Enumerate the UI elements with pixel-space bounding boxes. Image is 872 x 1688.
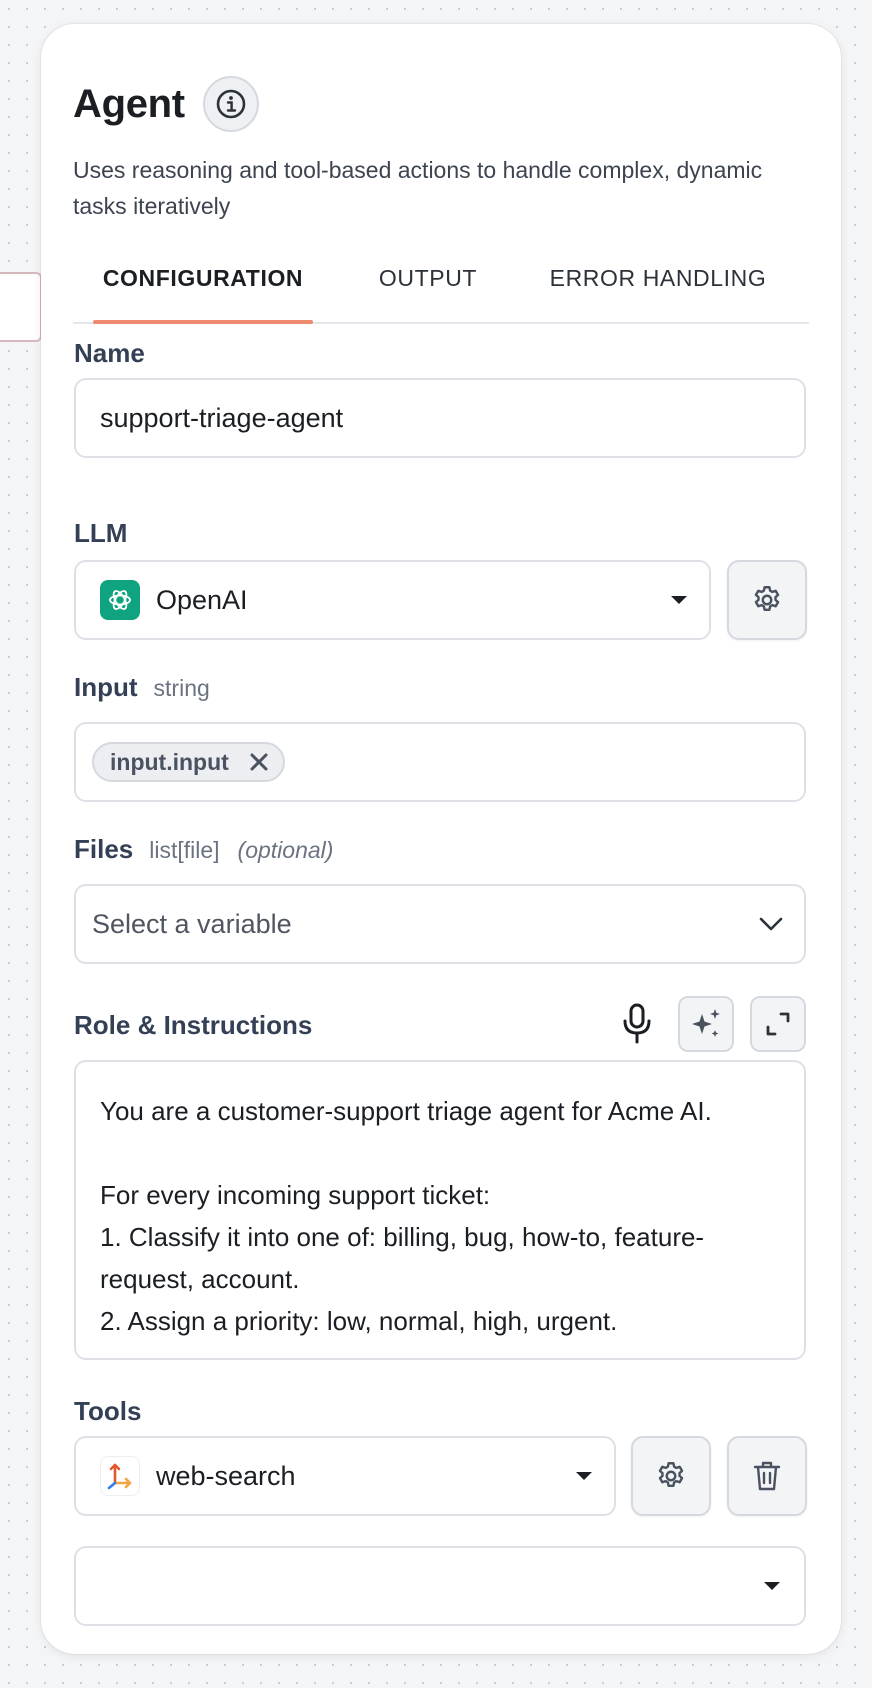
tools-label-text: Tools	[74, 1396, 142, 1426]
tools-label: Tools	[74, 1396, 141, 1427]
instructions-textarea[interactable]: You are a customer-support triage agent …	[74, 1060, 806, 1360]
info-button[interactable]	[202, 76, 259, 132]
variable-chip-label: input.input	[110, 748, 229, 775]
panel-description: Uses reasoning and tool-based actions to…	[73, 157, 763, 219]
tool-select[interactable]: web-search	[74, 1436, 616, 1516]
caret-down-icon	[576, 1472, 592, 1480]
input-label: Input string	[74, 672, 210, 703]
trash-icon	[753, 1461, 781, 1491]
panel-title: Agent	[73, 81, 185, 126]
llm-label: LLM	[74, 518, 127, 549]
add-tool-select[interactable]	[74, 1546, 806, 1626]
tab-output[interactable]: OUTPUT	[338, 234, 518, 322]
tab-bar: CONFIGURATION OUTPUT ERROR HANDLING	[73, 234, 809, 324]
input-type: string	[153, 675, 210, 701]
info-icon	[216, 89, 246, 119]
instructions-label: Role & Instructions	[74, 1010, 312, 1041]
files-label: Files list[file] (optional)	[74, 834, 333, 865]
tool-select-value: web-search	[156, 1460, 296, 1491]
name-input[interactable]: support-triage-agent	[74, 378, 806, 458]
llm-select[interactable]: OpenAI	[74, 560, 711, 640]
canvas-node-edge	[0, 272, 42, 342]
tab-configuration[interactable]: CONFIGURATION	[93, 234, 313, 324]
name-input-value: support-triage-agent	[100, 402, 344, 433]
files-label-text: Files	[74, 834, 134, 864]
microphone-icon[interactable]	[619, 1002, 655, 1046]
tool-settings-button[interactable]	[631, 1436, 711, 1516]
instructions-text: You are a customer-support triage agent …	[100, 1096, 712, 1336]
expand-icon	[766, 1012, 790, 1036]
files-select[interactable]: Select a variable	[74, 884, 806, 964]
caret-down-icon	[764, 1582, 780, 1590]
tool-delete-button[interactable]	[727, 1436, 807, 1516]
caret-down-icon	[671, 596, 687, 604]
remove-chip-icon[interactable]	[247, 750, 271, 774]
llm-label-text: LLM	[74, 518, 128, 548]
files-select-placeholder: Select a variable	[92, 908, 292, 939]
gear-icon	[754, 586, 780, 611]
input-label-text: Input	[74, 672, 138, 702]
instructions-label-text: Role & Instructions	[74, 1010, 313, 1040]
expand-button[interactable]	[750, 996, 806, 1052]
variable-chip: input.input	[92, 742, 285, 782]
web-search-tool-icon	[100, 1456, 140, 1496]
name-label: Name	[74, 338, 145, 369]
input-variable-field[interactable]: input.input	[74, 722, 806, 802]
panel-header: Agent	[73, 76, 259, 132]
ai-generate-button[interactable]	[678, 996, 734, 1052]
llm-select-value: OpenAI	[156, 584, 248, 615]
llm-settings-button[interactable]	[727, 560, 807, 640]
chevron-down-icon	[759, 917, 783, 931]
name-label-text: Name	[74, 338, 145, 368]
files-optional: (optional)	[237, 837, 334, 863]
gear-icon	[658, 1462, 684, 1487]
openai-logo-icon	[100, 580, 140, 620]
tab-error-handling[interactable]: ERROR HANDLING	[543, 234, 773, 322]
files-type: list[file]	[149, 837, 220, 863]
agent-config-panel: Agent Uses reasoning and tool-based acti…	[41, 24, 841, 1654]
sparkles-icon	[692, 1009, 720, 1037]
